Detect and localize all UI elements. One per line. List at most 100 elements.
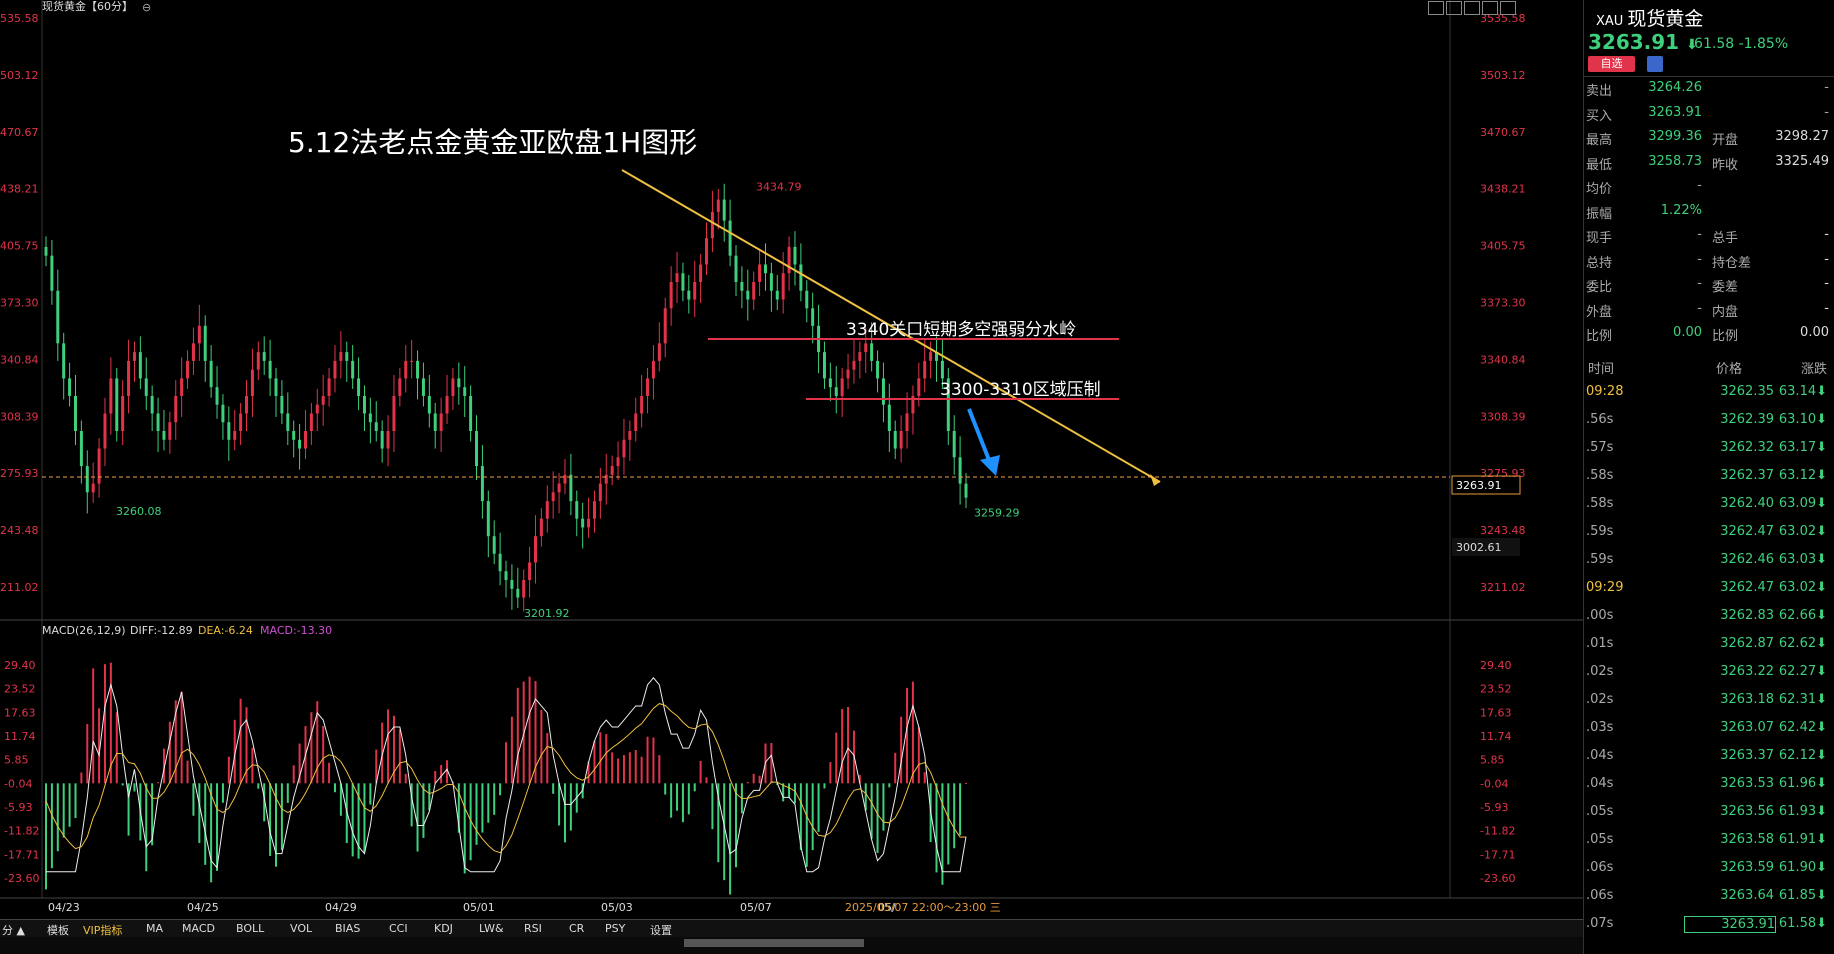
gear-icon[interactable]: ⊖ [142, 1, 151, 14]
bell-icon[interactable] [1647, 56, 1663, 72]
list-icon[interactable] [1500, 1, 1516, 15]
macd-bar [404, 773, 407, 784]
macd-bar [239, 698, 242, 784]
indicator-tab[interactable]: MACD [182, 922, 215, 935]
macd-y-tick: 17.63 [4, 706, 36, 719]
y-tick-label: 503.12 [0, 69, 39, 82]
y-tick-label: 3470.67 [1480, 126, 1526, 139]
macd-y-tick: -11.82 [4, 825, 39, 838]
price-chart[interactable]: 现货黄金【60分】 ⊖ 535.58 503.12 470.67 438.21 405.… [0, 0, 1583, 919]
indicator-tab[interactable]: MA [146, 922, 163, 935]
candle-body [73, 395, 77, 432]
candle-body [351, 360, 355, 379]
macd-y-tick: -17.71 [4, 848, 39, 861]
fullscreen-icon[interactable] [1482, 1, 1498, 15]
scroll-thumb[interactable] [684, 939, 864, 947]
candle-body [97, 448, 101, 484]
macd-bar [687, 783, 690, 815]
add-watchlist-button[interactable]: 自选 [1588, 56, 1635, 72]
macd-bar [493, 783, 496, 815]
candle-body [309, 413, 313, 432]
candle-body [834, 387, 838, 396]
macd-y-tick: -17.71 [1480, 848, 1515, 861]
quote-row: 买入 3263.91- [1586, 104, 1829, 124]
candle-body [958, 457, 962, 484]
indicator-tab[interactable]: 设置 [650, 922, 672, 938]
candle-body [121, 395, 125, 432]
candle-body [162, 431, 166, 440]
macd-bar [505, 742, 507, 784]
candle-body [587, 518, 591, 528]
indicator-tab[interactable]: PSY [605, 922, 625, 935]
candle-body [752, 281, 756, 300]
last-price: 3263.91 ⬇ [1588, 30, 1698, 54]
macd-bar [953, 783, 956, 849]
y-tick-label: 340.84 [0, 353, 39, 366]
indicator-tab[interactable]: LW& [479, 922, 504, 935]
macd-bar [475, 783, 478, 845]
candle-body [728, 220, 732, 256]
macd-y-tick: -23.60 [4, 872, 39, 885]
tick-row: .56s 3262.39 63.10⬇ [1586, 412, 1827, 427]
candle-body [598, 483, 602, 502]
macd-bar [735, 783, 737, 868]
macd-bar [157, 782, 160, 784]
macd-bar [286, 783, 289, 803]
macd-dea: DEA:-6.24 [198, 624, 253, 637]
indicator-tab[interactable]: 分 ▲ [2, 922, 25, 938]
indicator-tab[interactable]: BOLL [236, 922, 264, 935]
macd-bar [829, 762, 832, 784]
tick-header: 时间 价格 涨跌 [1588, 362, 1827, 377]
candle-body [186, 360, 190, 379]
macd-bar [705, 777, 708, 784]
candle-body [357, 378, 361, 396]
candle-body [150, 395, 154, 414]
candle-body [416, 360, 420, 379]
candle-body [769, 273, 773, 291]
y-tick-label: 308.39 [0, 410, 39, 423]
indicator-tab[interactable]: 模板 [47, 922, 69, 938]
candle-body [138, 352, 142, 379]
candle-body [763, 264, 767, 274]
y-tick-label: 373.30 [0, 297, 39, 310]
chart-title: 现货黄金【60分】 [42, 0, 133, 13]
macd-bar [911, 681, 914, 784]
candle-body [822, 352, 826, 379]
indicator-icon[interactable] [1464, 1, 1480, 15]
macd-bar [835, 732, 838, 784]
indicator-tab[interactable]: VIP指标 [83, 922, 122, 938]
candle-body [427, 395, 431, 414]
candle-body [392, 395, 396, 432]
indicator-tab[interactable]: KDJ [434, 922, 453, 935]
candle-body [657, 343, 661, 361]
indicator-tab[interactable]: CCI [389, 922, 408, 935]
draw-icon[interactable] [1446, 1, 1462, 15]
x-tick-label: 04/29 [325, 901, 357, 914]
candle-body [581, 518, 585, 528]
candle-body [858, 352, 862, 361]
layout-icon[interactable] [1428, 1, 1444, 15]
candle-body [457, 378, 461, 388]
y-tick-label: 470.67 [0, 126, 39, 139]
macd-bar [45, 783, 47, 890]
macd-bar [965, 782, 967, 784]
quote-row: 振幅 1.22% [1586, 202, 1702, 222]
symbol-title: XAU 现货黄金 [1596, 4, 1703, 31]
chart-scrollbar[interactable] [0, 937, 1583, 954]
candle-body [44, 246, 48, 256]
candle-body [787, 246, 791, 274]
tick-row: .04s 3263.37 62.12⬇ [1586, 748, 1827, 763]
candle-body [439, 413, 443, 432]
candle-body [463, 387, 467, 396]
indicator-tab[interactable]: VOL [290, 922, 312, 935]
macd-bar [658, 755, 661, 784]
indicator-tab[interactable]: RSI [524, 922, 542, 935]
candle-body [610, 466, 614, 475]
tick-row: .04s 3263.53 61.96⬇ [1586, 776, 1827, 791]
candle-body [333, 360, 337, 379]
indicator-tab[interactable]: BIAS [335, 922, 360, 935]
indicator-tab[interactable]: CR [569, 922, 584, 935]
macd-bar [628, 752, 631, 784]
macd-bar [74, 783, 77, 819]
macd-diff: DIFF:-12.89 [130, 624, 193, 637]
